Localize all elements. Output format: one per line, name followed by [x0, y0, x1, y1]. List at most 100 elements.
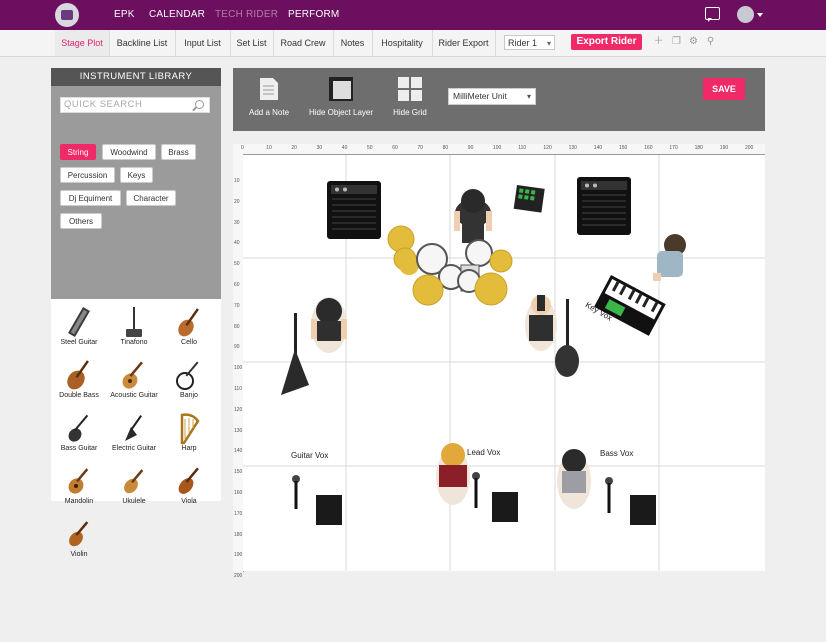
ruler-tick: 60	[392, 145, 398, 151]
instrument-label: Bass Guitar	[60, 445, 98, 452]
instrument-violin[interactable]: Violin	[54, 517, 104, 558]
instrument-double-bass[interactable]: Double Bass	[54, 358, 104, 399]
keyboard-player-character	[653, 234, 686, 281]
instrument-viola[interactable]: Viola	[164, 464, 214, 505]
ruler-tick: 140	[234, 448, 243, 455]
instrument-steel-guitar[interactable]: Steel Guitar	[54, 305, 104, 346]
app-logo[interactable]	[55, 3, 79, 27]
category-percussion[interactable]: Percussion	[60, 167, 115, 183]
category-character[interactable]: Character	[126, 190, 176, 206]
tab-rider-export[interactable]: Rider Export	[432, 30, 496, 56]
ruler-tick: 80	[234, 323, 240, 330]
ruler-tick: 10	[266, 145, 272, 151]
ruler-tick: 90	[467, 145, 474, 151]
tab-input-list[interactable]: Input List	[175, 30, 231, 56]
nav-epk[interactable]: EPK	[114, 9, 135, 20]
ruler-tick: 70	[234, 302, 240, 309]
ruler-tick: 190	[719, 145, 729, 151]
ruler-tick: 0	[241, 145, 244, 151]
ruler-tick: 150	[234, 469, 243, 476]
ruler-tick: 20	[291, 145, 297, 151]
amplifier-right	[577, 177, 631, 235]
bass-vox-label: Bass Vox	[600, 449, 634, 458]
instrument-banjo[interactable]: Banjo	[164, 358, 214, 399]
ruler-tick: 200	[745, 145, 754, 151]
unit-select[interactable]: MilliMeter Unit	[448, 88, 536, 105]
nav-calendar[interactable]: CALENDAR	[149, 9, 205, 20]
instrument-acoustic-guitar[interactable]: Acoustic Guitar	[109, 358, 159, 399]
ruler-tick: 50	[367, 145, 373, 151]
instrument-bass-guitar[interactable]: Bass Guitar	[54, 411, 104, 452]
search-icon[interactable]	[195, 100, 204, 109]
category-dj-equipment[interactable]: Dj Equiment	[60, 190, 121, 206]
tab-hospitality[interactable]: Hospitality	[372, 30, 433, 56]
category-woodwind[interactable]: Woodwind	[102, 144, 156, 160]
instrument-label: Acoustic Guitar	[110, 392, 158, 399]
tab-stage-plot[interactable]: Stage Plot	[55, 30, 110, 56]
monitor-left	[316, 495, 342, 525]
electric-guitar-icon	[125, 415, 142, 441]
drum-machine	[513, 185, 545, 213]
tab-notes[interactable]: Notes	[333, 30, 373, 56]
ruler-tick: 20	[234, 198, 240, 205]
instrument-tinafono[interactable]: Tinafono	[109, 305, 159, 346]
lead-vox-mic	[472, 472, 480, 508]
category-brass[interactable]: Brass	[161, 144, 196, 160]
stage-plot-canvas[interactable]: Key Vox Guitar Vox Lead Vox Bass Vox	[243, 155, 765, 571]
library-title: INSTRUMENT LIBRARY	[51, 68, 221, 86]
bass-guitar-icon	[68, 414, 89, 442]
instrument-label: Tinafono	[120, 339, 148, 346]
note-icon	[260, 78, 278, 100]
quick-search-input[interactable]: QUICK SEARCH	[60, 97, 210, 113]
gear-icon[interactable]: ⚙	[688, 36, 699, 47]
monitor-center	[492, 492, 518, 522]
category-string[interactable]: String	[60, 144, 96, 160]
ruler-tick: 130	[234, 427, 243, 434]
guitar-vox-label: Guitar Vox	[291, 451, 329, 460]
ruler-tick: 140	[593, 145, 603, 151]
viola-icon	[178, 467, 199, 494]
steel-guitar-icon	[68, 307, 90, 337]
cello-icon	[178, 308, 199, 337]
ruler-tick: 130	[568, 145, 577, 151]
tab-backline-list[interactable]: Backline List	[109, 30, 176, 56]
add-note-tool[interactable]: Add a Note	[247, 76, 291, 117]
acoustic-guitar-icon	[122, 361, 143, 389]
ruler-tick: 80	[442, 145, 449, 151]
instrument-cello[interactable]: Cello	[164, 305, 214, 346]
rider-select[interactable]: Rider 1	[504, 35, 555, 51]
user-avatar[interactable]	[737, 6, 754, 23]
violin-icon	[69, 521, 89, 547]
instrument-ukulele[interactable]: Ukulele	[109, 464, 159, 505]
guitar-vox-mic	[292, 475, 300, 509]
instrument-electric-guitar[interactable]: Electric Guitar	[109, 411, 159, 452]
category-others[interactable]: Others	[60, 213, 102, 229]
hide-grid-label: Hide Grid	[393, 108, 427, 117]
instrument-label: Double Bass	[59, 392, 99, 399]
ruler-tick: 180	[234, 531, 243, 538]
tab-road-crew[interactable]: Road Crew	[273, 30, 334, 56]
monitor-right	[630, 495, 656, 525]
instrument-label: Mandolin	[64, 498, 94, 505]
add-page-icon[interactable]: ＋	[653, 36, 664, 47]
hide-object-layer-tool[interactable]: Hide Object Layer	[308, 76, 374, 117]
save-button[interactable]: SAVE	[703, 78, 745, 100]
category-keys[interactable]: Keys	[120, 167, 153, 183]
electric-guitar-on-stage	[281, 313, 309, 395]
instrument-mandolin[interactable]: Mandolin	[54, 464, 104, 505]
ruler-tick: 100	[234, 365, 243, 372]
tab-set-list[interactable]: Set List	[230, 30, 274, 56]
ukulele-icon	[124, 469, 144, 494]
nav-tech-rider[interactable]: TECH RIDER	[215, 9, 278, 20]
ruler-tick: 200	[234, 573, 243, 580]
ruler-tick: 30	[234, 219, 240, 226]
add-user-icon[interactable]: ⚲	[705, 36, 716, 47]
chat-icon[interactable]	[705, 7, 720, 22]
nav-perform[interactable]: PERFORM	[288, 9, 339, 20]
export-rider-button[interactable]: Export Rider	[571, 34, 642, 50]
chevron-down-icon[interactable]	[757, 13, 763, 17]
hide-grid-tool[interactable]: Hide Grid	[391, 76, 429, 117]
mandolin-icon	[68, 468, 89, 494]
instrument-harp[interactable]: Harp	[164, 411, 214, 452]
copy-icon[interactable]: ❐	[671, 36, 682, 47]
